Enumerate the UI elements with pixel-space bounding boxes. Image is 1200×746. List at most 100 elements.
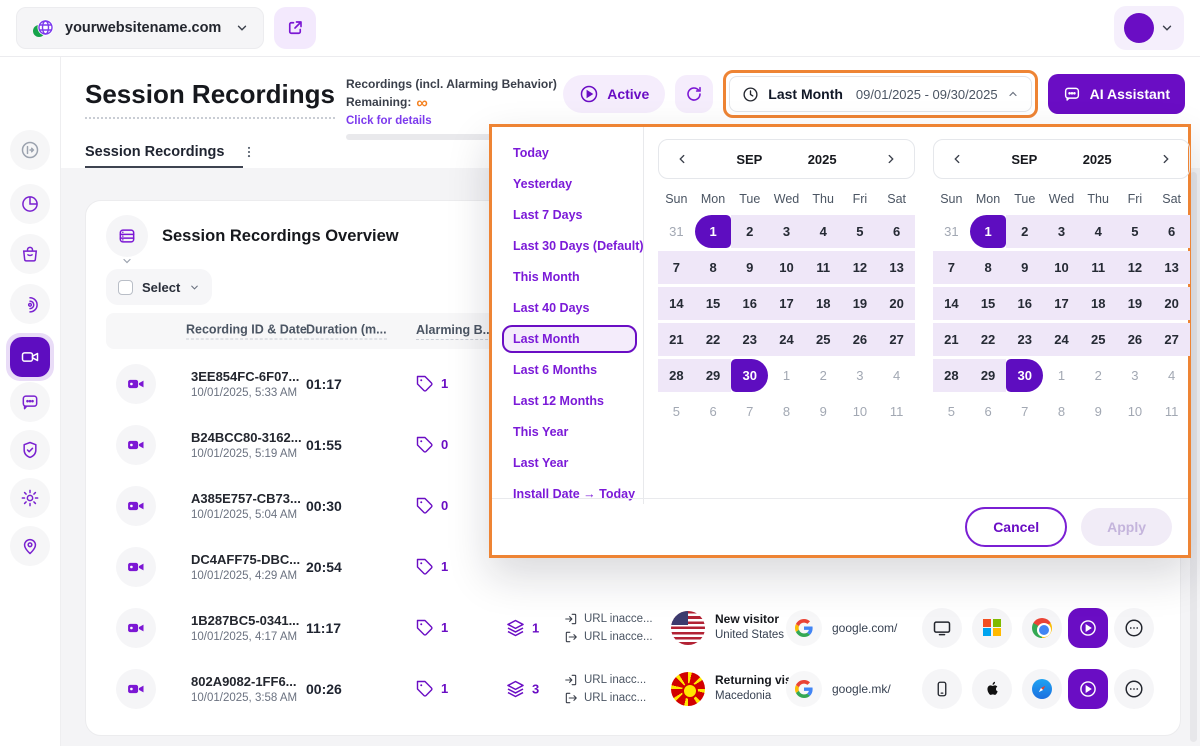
calendar-day[interactable]: 26 [842, 323, 879, 356]
calendar-day[interactable]: 4 [878, 359, 915, 392]
calendar-day[interactable]: 4 [805, 215, 842, 248]
calendar-day[interactable]: 10 [768, 251, 805, 284]
calendar-day[interactable]: 17 [1043, 287, 1080, 320]
referrer-url[interactable]: google.com/ [832, 621, 897, 635]
website-selector[interactable]: yourwebsitename.com [16, 7, 264, 49]
calendar-day[interactable]: 12 [842, 251, 879, 284]
calendar-day[interactable]: 27 [878, 323, 915, 356]
calendar-day[interactable]: 21 [658, 323, 695, 356]
calendar-day[interactable]: 2 [731, 215, 768, 248]
column-recording-id-date[interactable]: Recording ID & Date [186, 323, 307, 340]
cancel-button[interactable]: Cancel [965, 507, 1067, 547]
calendar-day[interactable]: 23 [731, 323, 768, 356]
next-month-button[interactable] [882, 150, 900, 168]
datepicker-preset[interactable]: Last 40 Days [502, 294, 637, 322]
calendar-day[interactable]: 6 [695, 395, 732, 428]
open-website-button[interactable] [274, 7, 316, 49]
calendar-day[interactable]: 6 [970, 395, 1007, 428]
prev-month-button[interactable] [948, 150, 966, 168]
calendar-day[interactable]: 13 [878, 251, 915, 284]
calendar-day[interactable]: 24 [768, 323, 805, 356]
calendar-day[interactable]: 28 [658, 359, 695, 392]
apply-button[interactable]: Apply [1081, 508, 1172, 546]
calendar-day[interactable]: 4 [1153, 359, 1190, 392]
calendar-day[interactable]: 19 [842, 287, 879, 320]
calendar-day[interactable]: 11 [805, 251, 842, 284]
sidebar-item-recordings[interactable] [6, 333, 54, 381]
calendar-day[interactable]: 3 [1043, 215, 1080, 248]
calendar-day[interactable]: 14 [933, 287, 970, 320]
calendar-day[interactable]: 12 [1117, 251, 1154, 284]
calendar-day[interactable]: 10 [842, 395, 879, 428]
calendar-day[interactable]: 19 [1117, 287, 1154, 320]
calendar-day[interactable]: 10 [1117, 395, 1154, 428]
sidebar-item-security[interactable] [10, 430, 50, 470]
calendar-day[interactable]: 9 [805, 395, 842, 428]
datepicker-preset[interactable]: Last Year [502, 449, 637, 477]
sidebar-item-location[interactable] [10, 526, 50, 566]
sidebar-item-heatmaps[interactable] [10, 284, 50, 324]
select-button[interactable]: Select [106, 269, 212, 305]
date-range-button[interactable]: Last Month 09/01/2025 - 09/30/2025 [729, 76, 1031, 112]
calendar-day[interactable]: 13 [1153, 251, 1190, 284]
calendar-day[interactable]: 3 [1117, 359, 1154, 392]
calendar-day[interactable]: 20 [1153, 287, 1190, 320]
datepicker-preset[interactable]: This Year [502, 418, 637, 446]
row-more-button[interactable] [1114, 669, 1154, 709]
datepicker-preset[interactable]: Today [502, 139, 637, 167]
calendar-day[interactable]: 11 [1153, 395, 1190, 428]
calendar-day[interactable]: 5 [1117, 215, 1154, 248]
calendar-day[interactable]: 23 [1006, 323, 1043, 356]
refresh-button[interactable] [675, 75, 713, 113]
table-row[interactable]: 1B287BC5-0341... 10/01/2025, 4:17 AM 11:… [86, 597, 1180, 658]
calendar-day[interactable]: 4 [1080, 215, 1117, 248]
calendar-day[interactable]: 16 [731, 287, 768, 320]
calendar-day[interactable]: 7 [933, 251, 970, 284]
entry-url[interactable]: URL inacc... [584, 674, 646, 686]
calendar-day[interactable]: 30 [1006, 359, 1043, 392]
sidebar-item-dashboard[interactable] [10, 184, 50, 224]
column-alarming[interactable]: Alarming B... [416, 323, 493, 340]
calendar-day[interactable]: 27 [1153, 323, 1190, 356]
calendar-day[interactable]: 1 [1043, 359, 1080, 392]
column-duration[interactable]: Duration (m... [306, 323, 387, 340]
row-more-button[interactable] [1114, 608, 1154, 648]
sidebar-item-store[interactable] [10, 234, 50, 274]
calendar-day[interactable]: 26 [1117, 323, 1154, 356]
datepicker-preset[interactable]: Last 30 Days (Default) [502, 232, 637, 260]
overview-widget-menu[interactable] [106, 215, 148, 257]
calendar-day[interactable]: 25 [805, 323, 842, 356]
calendar-day[interactable]: 3 [768, 215, 805, 248]
calendar-day[interactable]: 28 [933, 359, 970, 392]
calendar-day[interactable]: 1 [695, 215, 732, 248]
datepicker-preset[interactable]: Last 7 Days [502, 201, 637, 229]
sidebar-item-feedback[interactable] [10, 382, 50, 422]
calendar-day[interactable]: 1 [970, 215, 1007, 248]
calendar-day[interactable]: 9 [1080, 395, 1117, 428]
calendar-day[interactable]: 8 [768, 395, 805, 428]
calendar-day[interactable]: 5 [933, 395, 970, 428]
exit-url[interactable]: URL inacc... [584, 692, 646, 704]
ai-assistant-button[interactable]: AI Assistant [1048, 74, 1185, 114]
calendar-day[interactable]: 20 [878, 287, 915, 320]
play-recording-button[interactable] [1068, 608, 1108, 648]
calendar-day[interactable]: 15 [970, 287, 1007, 320]
calendar-day[interactable]: 18 [1080, 287, 1117, 320]
calendar-day[interactable]: 2 [1006, 215, 1043, 248]
calendar-day[interactable]: 8 [695, 251, 732, 284]
referrer-url[interactable]: google.mk/ [832, 682, 891, 696]
calendar-day[interactable]: 29 [970, 359, 1007, 392]
calendar-day[interactable]: 5 [842, 215, 879, 248]
datepicker-preset[interactable]: Yesterday [502, 170, 637, 198]
datepicker-preset[interactable]: Last Month [502, 325, 637, 353]
prev-month-button[interactable] [673, 150, 691, 168]
calendar-day[interactable]: 25 [1080, 323, 1117, 356]
datepicker-preset[interactable]: Last 12 Months [502, 387, 637, 415]
calendar-day[interactable]: 30 [731, 359, 768, 392]
calendar-day[interactable]: 5 [658, 395, 695, 428]
calendar-day[interactable]: 11 [1080, 251, 1117, 284]
calendar-day[interactable]: 8 [1043, 395, 1080, 428]
play-recording-button[interactable] [1068, 669, 1108, 709]
calendar-day[interactable]: 2 [805, 359, 842, 392]
calendar-day[interactable]: 21 [933, 323, 970, 356]
